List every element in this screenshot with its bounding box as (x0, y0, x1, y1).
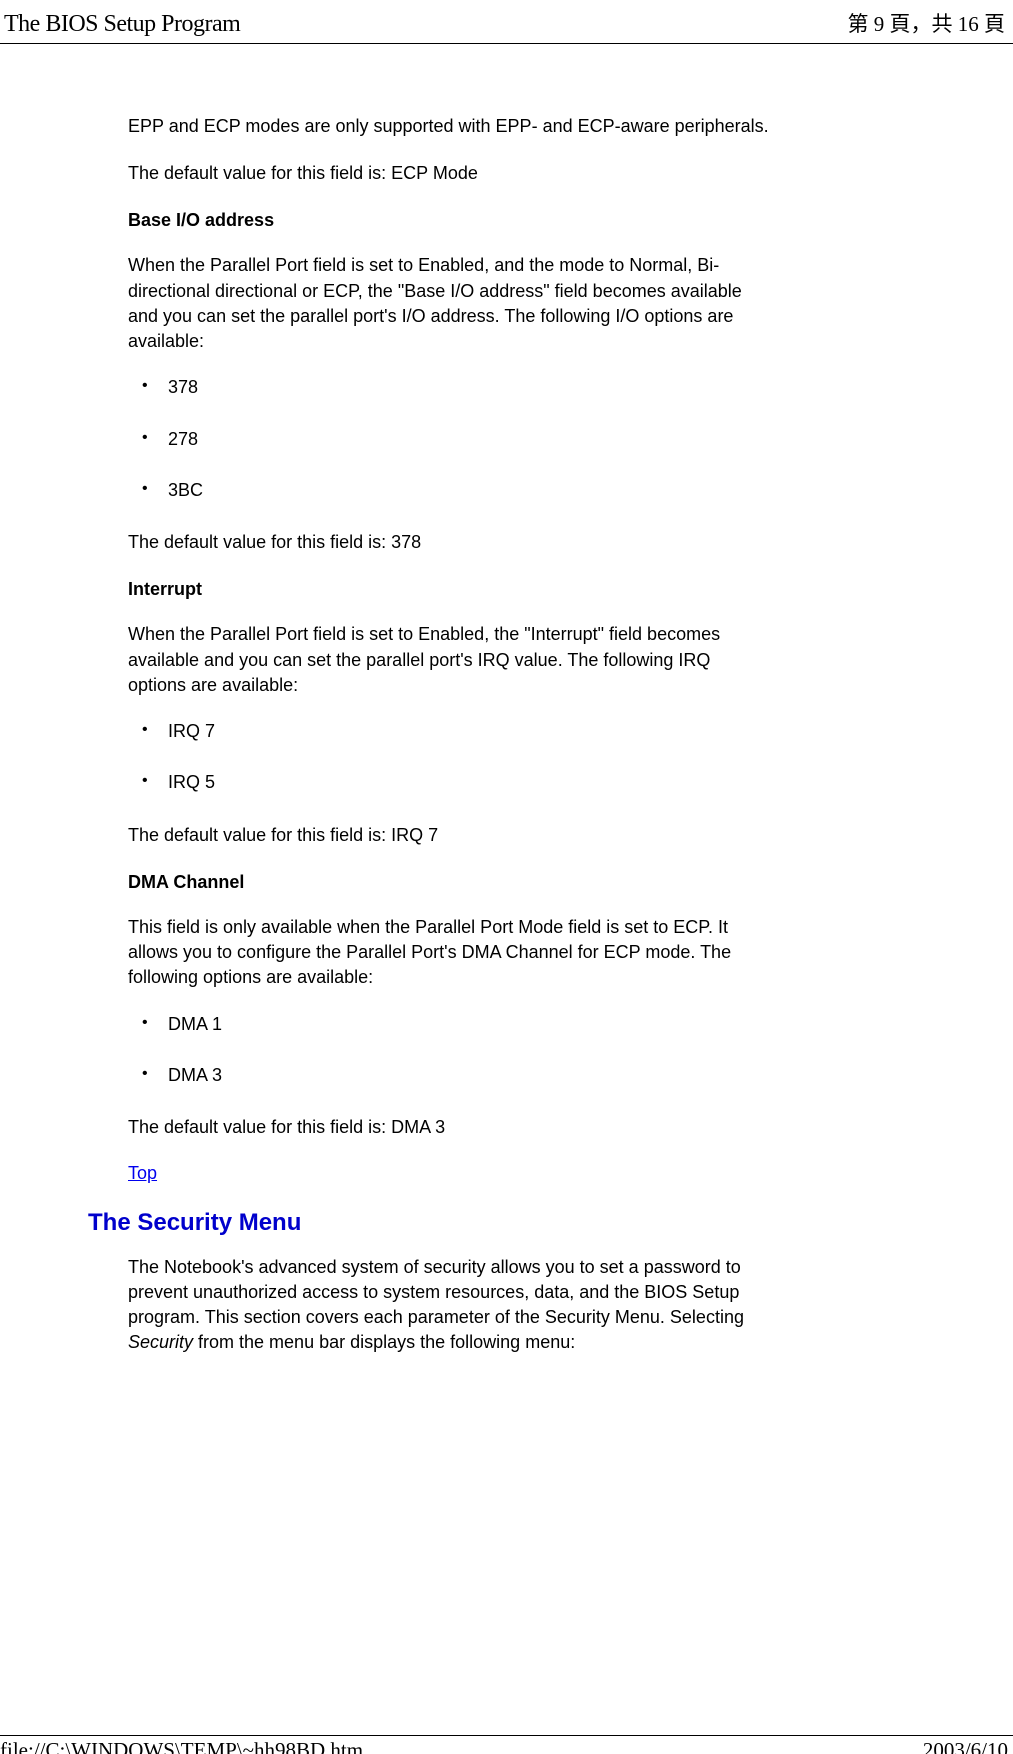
interrupt-heading: Interrupt (128, 579, 770, 600)
dma-description: This field is only available when the Pa… (128, 915, 770, 991)
dma-options-list: DMA 1 DMA 3 (128, 1013, 770, 1088)
interrupt-description: When the Parallel Port field is set to E… (128, 622, 770, 698)
security-description: The Notebook's advanced system of securi… (128, 1255, 770, 1356)
default-378-text: The default value for this field is: 378 (128, 530, 770, 555)
page-counter: 第 9 頁，共 16 頁 (848, 8, 1006, 38)
top-link-block: Top (128, 1163, 770, 1184)
intro-paragraph: EPP and ECP modes are only supported wit… (128, 114, 770, 139)
default-irq7-text: The default value for this field is: IRQ… (128, 823, 770, 848)
footer-file-path: file://C:\WINDOWS\TEMP\~hh98BD.htm (0, 1738, 363, 1754)
security-italic-word: Security (128, 1332, 193, 1352)
document-title: The BIOS Setup Program (4, 11, 240, 38)
footer-content: file://C:\WINDOWS\TEMP\~hh98BD.htm 2003/… (0, 1736, 1013, 1754)
dma-heading: DMA Channel (128, 872, 770, 893)
list-item: DMA 1 (144, 1013, 770, 1036)
base-io-heading: Base I/O address (128, 210, 770, 231)
list-item: 3BC (144, 479, 770, 502)
list-item: DMA 3 (144, 1064, 770, 1087)
security-desc-post: from the menu bar displays the following… (193, 1332, 575, 1352)
security-desc-pre: The Notebook's advanced system of securi… (128, 1257, 744, 1327)
irq-options-list: IRQ 7 IRQ 5 (128, 720, 770, 795)
main-content: EPP and ECP modes are only supported wit… (0, 44, 890, 1355)
list-item: 278 (144, 428, 770, 451)
list-item: 378 (144, 376, 770, 399)
list-item: IRQ 5 (144, 771, 770, 794)
top-link[interactable]: Top (128, 1163, 157, 1183)
list-item: IRQ 7 (144, 720, 770, 743)
base-io-description: When the Parallel Port field is set to E… (128, 253, 770, 354)
page-header: The BIOS Setup Program 第 9 頁，共 16 頁 (0, 0, 1013, 43)
page-footer: file://C:\WINDOWS\TEMP\~hh98BD.htm 2003/… (0, 1735, 1013, 1754)
footer-date: 2003/6/10 (923, 1738, 1008, 1754)
default-dma3-text: The default value for this field is: DMA… (128, 1115, 770, 1140)
default-ecp-text: The default value for this field is: ECP… (128, 161, 770, 186)
security-menu-heading: The Security Menu (88, 1209, 770, 1237)
io-options-list: 378 278 3BC (128, 376, 770, 502)
